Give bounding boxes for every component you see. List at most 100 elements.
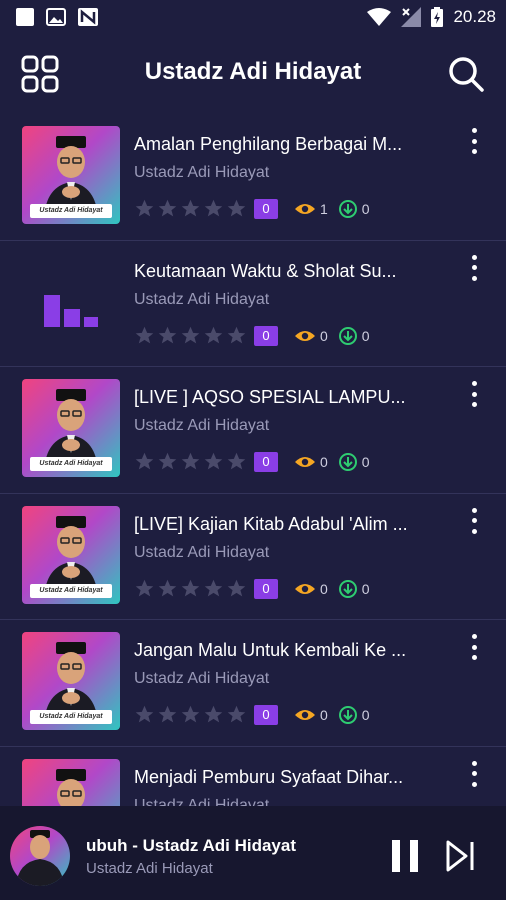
rating-stars[interactable] [134, 704, 247, 725]
item-subtitle: Ustadz Adi Hidayat [134, 164, 270, 181]
star-icon[interactable] [180, 704, 201, 725]
rating-badge: 0 [254, 199, 278, 219]
star-icon[interactable] [226, 198, 247, 219]
item-stats: 0 0 [294, 579, 370, 599]
notification-icon [16, 8, 34, 26]
thumbnail-caption: Ustadz Adi Hidayat [30, 710, 112, 724]
battery-icon [431, 7, 444, 27]
now-playing-title: ubuh - Ustadz Adi Hidayat [86, 836, 296, 855]
eye-icon [295, 583, 315, 594]
star-icon[interactable] [203, 578, 224, 599]
thumbnail: Ustadz Adi Hidayat [22, 126, 120, 224]
more-options-icon[interactable] [466, 634, 482, 660]
more-options-icon[interactable] [466, 128, 482, 154]
now-playing-avatar [10, 826, 70, 886]
speaker-portrait [56, 768, 86, 806]
star-icon[interactable] [134, 578, 155, 599]
rating-badge: 0 [254, 578, 278, 599]
views-count: 0 [320, 580, 328, 597]
star-icon[interactable] [180, 198, 201, 219]
star-icon[interactable] [157, 451, 178, 472]
star-icon[interactable] [203, 704, 224, 725]
star-icon[interactable] [157, 578, 178, 599]
search-icon[interactable] [446, 54, 486, 94]
rating-badge: 0 [254, 325, 278, 346]
thumbnail: Ustadz Adi Hidayat [22, 632, 120, 730]
views-count: 0 [320, 327, 328, 344]
downloads-count: 0 [361, 707, 370, 723]
item-stats: 1 0 [294, 199, 370, 219]
star-icon[interactable] [203, 451, 224, 472]
rating-badge: 0 [254, 705, 278, 725]
star-icon[interactable] [134, 704, 155, 725]
rating-stars[interactable] [134, 198, 247, 219]
item-subtitle: Ustadz Adi Hidayat [134, 417, 270, 434]
item-title[interactable]: Keutamaan Waktu & Sholat Su... [134, 261, 444, 282]
item-stats: 0 0 [294, 452, 370, 472]
thumbnail: Ustadz Adi Hidayat [22, 758, 120, 806]
more-options-icon[interactable] [466, 760, 482, 787]
star-icon[interactable] [226, 325, 247, 346]
star-icon[interactable] [226, 704, 247, 725]
downloads-count: 0 [361, 454, 370, 470]
star-icon[interactable] [157, 325, 178, 346]
views-count: 0 [320, 707, 328, 723]
download-icon [338, 706, 357, 724]
status-bar: 20.28 [0, 0, 506, 34]
star-icon[interactable] [203, 198, 224, 219]
download-icon [338, 326, 357, 345]
star-icon[interactable] [180, 578, 201, 599]
item-title[interactable]: Amalan Penghilang Berbagai M... [134, 134, 444, 155]
thumbnail-caption: Ustadz Adi Hidayat [30, 583, 112, 598]
item-subtitle: Ustadz Adi Hidayat [134, 670, 270, 687]
mini-player[interactable]: ubuh - Ustadz Adi Hidayat Ustadz Adi Hid… [0, 806, 506, 900]
list-item[interactable]: Ustadz Adi Hidayat [LIVE ] AQSO SPESIAL … [0, 367, 506, 494]
star-icon[interactable] [157, 198, 178, 219]
star-icon[interactable] [134, 198, 155, 219]
item-title[interactable]: [LIVE ] AQSO SPESIAL LAMPU... [134, 387, 444, 408]
download-icon [338, 579, 357, 598]
item-title[interactable]: Jangan Malu Untuk Kembali Ke ... [134, 640, 444, 661]
star-icon[interactable] [134, 451, 155, 472]
page-title: Ustadz Adi Hidayat [144, 58, 362, 85]
views-count: 1 [320, 201, 328, 217]
star-icon[interactable] [226, 451, 247, 472]
star-icon[interactable] [180, 325, 201, 346]
n-app-icon [78, 8, 98, 26]
star-icon[interactable] [203, 325, 224, 346]
list-item[interactable]: Ustadz Adi Hidayat [LIVE] Kajian Kitab A… [0, 494, 506, 620]
eye-icon [295, 204, 315, 214]
app-bar: Ustadz Adi Hidayat [0, 34, 506, 114]
more-options-icon[interactable] [466, 381, 482, 407]
list-item[interactable]: Keutamaan Waktu & Sholat Su... Ustadz Ad… [0, 241, 506, 367]
pause-icon[interactable] [390, 840, 420, 872]
list-item[interactable]: Ustadz Adi Hidayat Amalan Penghilang Ber… [0, 114, 506, 241]
views-count: 0 [320, 454, 328, 470]
thumbnail-caption: Ustadz Adi Hidayat [30, 457, 112, 471]
star-icon[interactable] [180, 451, 201, 472]
rating-badge: 0 [254, 452, 278, 472]
star-icon[interactable] [134, 325, 155, 346]
eye-icon [295, 457, 315, 467]
item-subtitle: Ustadz Adi Hidayat [134, 543, 270, 561]
skip-next-icon[interactable] [446, 840, 476, 872]
more-options-icon[interactable] [466, 254, 482, 281]
eye-icon [295, 330, 315, 341]
downloads-count: 0 [361, 201, 370, 217]
star-icon[interactable] [157, 704, 178, 725]
list-item[interactable]: Ustadz Adi Hidayat Menjadi Pemburu Syafa… [0, 747, 506, 807]
star-icon[interactable] [226, 578, 247, 599]
rating-stars[interactable] [134, 451, 247, 472]
list-item[interactable]: Ustadz Adi Hidayat Jangan Malu Untuk Kem… [0, 620, 506, 747]
clock: 20.28 [453, 7, 496, 26]
item-title[interactable]: Menjadi Pemburu Syafaat Dihar... [134, 767, 444, 788]
item-subtitle: Ustadz Adi Hidayat [134, 796, 270, 807]
signal-icon [401, 7, 422, 27]
item-stats: 0 0 [294, 326, 370, 346]
rating-stars[interactable] [134, 578, 247, 599]
more-options-icon[interactable] [466, 507, 482, 534]
item-title[interactable]: [LIVE] Kajian Kitab Adabul 'Alim ... [134, 514, 444, 535]
rating-stars[interactable] [134, 325, 247, 346]
download-icon [338, 200, 357, 218]
audio-list: Ustadz Adi Hidayat Amalan Penghilang Ber… [0, 114, 506, 806]
